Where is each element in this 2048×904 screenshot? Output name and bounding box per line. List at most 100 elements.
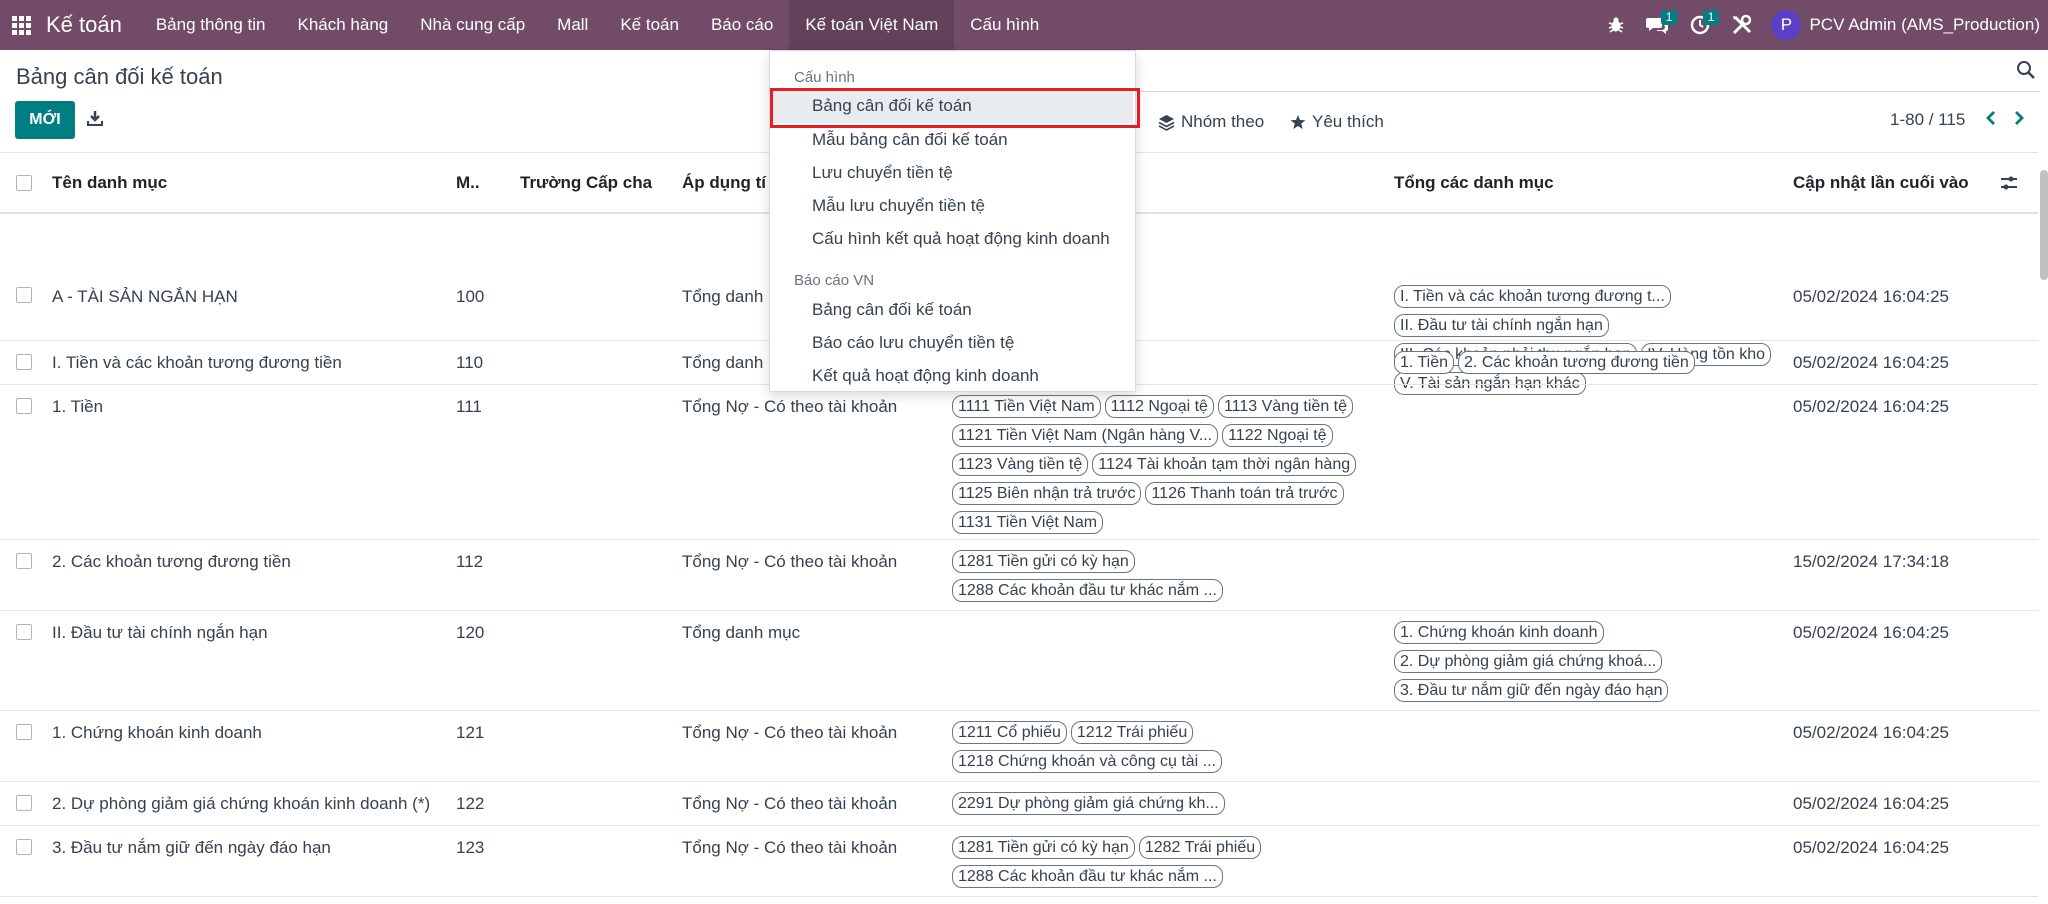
activities-clock-icon[interactable]: 1 [1679,0,1721,50]
cell-name: A - TÀI SẢN NGẮN HẠN [52,287,238,306]
dropdown-item-cash-flow-report[interactable]: Báo cáo lưu chuyển tiền tệ [772,326,1133,360]
messages-icon[interactable]: 1 [1637,0,1679,50]
favorites-toggle[interactable]: Yêu thích [1290,112,1384,132]
vertical-scrollbar[interactable] [2040,170,2048,280]
account-tag: 1113 Vàng tiền tệ [1217,395,1353,418]
group-by-label: Nhóm theo [1181,112,1265,131]
cell-name: 1. Tiền [52,397,104,416]
dropdown-item-balance-sheet-template[interactable]: Mẫu bảng cân đối kế toán [772,123,1133,157]
account-tag: 1288 Các khoản đầu tư khác nắm ... [952,865,1223,888]
header-sum[interactable]: Tổng các danh mục [1394,173,1554,193]
app-name[interactable]: Kế toán [46,12,122,38]
cell-name: 1. Chứng khoán kinh doanh [52,723,262,742]
account-tag: 1211 Cổ phiếu [952,721,1067,744]
dropdown-item-balance-sheet-report[interactable]: Bảng cân đối kế toán [772,293,1133,327]
dropdown-item-balance-sheet-config[interactable]: Bảng cân đối kế toán [772,89,1133,123]
sum-tag: 1. Tiền [1394,351,1455,374]
table-row[interactable]: 1. Tiền 111 Tổng Nợ - Có theo tài khoản … [0,385,2038,540]
table-row[interactable]: 3. Đầu tư nắm giữ đến ngày đáo hạn 123 T… [0,826,2038,897]
menu-reports[interactable]: Báo cáo [695,0,789,50]
account-tag: 1131 Tiền Việt Nam [952,511,1104,534]
pager-value[interactable]: 1-80 / 115 [1890,110,1965,130]
cell-code: 121 [456,723,485,742]
header-parent[interactable]: Trường Cấp cha [520,173,652,193]
account-tag: 1122 Ngoại tệ [1222,424,1333,447]
group-by-toggle[interactable]: Nhóm theo [1158,112,1264,132]
account-tag: 1281 Tiền gửi có kỳ hạn [952,550,1135,573]
cell-name: II. Đầu tư tài chính ngắn hạn [52,623,268,642]
cell-updated: 05/02/2024 16:04:25 [1793,287,1949,306]
cell-apply: Tổng Nợ - Có theo tài khoản [682,397,898,416]
sum-tag: II. Đầu tư tài chính ngắn hạn [1394,314,1609,337]
row-checkbox[interactable] [16,795,32,811]
header-updated[interactable]: Cập nhật lần cuối vào [1793,173,1969,193]
account-tag: 1212 Trái phiếu [1070,721,1194,744]
cell-apply: Tổng Nợ - Có theo tài khoản [682,552,898,571]
dropdown-section-config: Cấu hình [794,69,855,86]
sum-tag: 3. Đầu tư nắm giữ đến ngày đáo hạn [1394,679,1669,702]
dropdown-item-income-report[interactable]: Kết quả hoạt động kinh doanh [772,359,1133,393]
account-tag: 1111 Tiền Việt Nam [952,395,1101,418]
cell-updated: 05/02/2024 16:04:25 [1793,723,1949,742]
tools-icon[interactable] [1721,0,1763,50]
cell-updated: 05/02/2024 16:04:25 [1793,794,1949,813]
account-tag: 1288 Các khoản đầu tư khác nắm ... [952,579,1223,602]
user-name[interactable]: PCV Admin (AMS_Production) [1809,15,2040,35]
row-checkbox[interactable] [16,287,32,303]
pager-previous-icon[interactable] [1984,108,2000,130]
sum-tag: 1. Chứng khoán kinh doanh [1394,621,1604,644]
menu-customers[interactable]: Khách hàng [282,0,405,50]
table-row[interactable]: 2. Các khoản tương đương tiền 112 Tổng N… [0,540,2038,611]
header-code[interactable]: M.. [456,173,480,193]
dropdown-item-cash-flow[interactable]: Lưu chuyển tiền tệ [772,156,1133,190]
menu-dashboard[interactable]: Bảng thông tin [140,0,282,50]
table-row[interactable]: 1. Chứng khoán kinh doanh 121 Tổng Nợ - … [0,711,2038,782]
account-tag: 2291 Dự phòng giảm giá chứng kh... [952,792,1225,815]
row-checkbox[interactable] [16,354,32,370]
cell-updated: 05/02/2024 16:04:25 [1793,353,1949,372]
account-tag: 1124 Tài khoản tạm thời ngân hàng [1092,453,1357,476]
debug-bug-icon[interactable] [1595,0,1637,50]
activities-count-badge: 1 [1702,10,1720,25]
vn-accounting-dropdown: Cấu hình Bảng cân đối kế toán Mẫu bảng c… [769,50,1136,392]
dropdown-item-income-config[interactable]: Cấu hình kết quả hoạt động kinh doanh [772,222,1133,256]
cell-name: 3. Đầu tư nắm giữ đến ngày đáo hạn [52,838,331,857]
layers-icon [1158,114,1175,131]
row-checkbox[interactable] [16,553,32,569]
new-button[interactable]: MỚI [15,101,75,139]
cell-updated: 15/02/2024 17:34:18 [1793,552,1949,571]
row-checkbox[interactable] [16,624,32,640]
dropdown-item-cash-flow-template[interactable]: Mẫu lưu chuyển tiền tệ [772,189,1133,223]
menu-vendors[interactable]: Nhà cung cấp [404,0,541,50]
select-all-checkbox[interactable] [16,175,32,191]
row-checkbox[interactable] [16,724,32,740]
star-icon [1290,115,1306,129]
cell-code: 111 [456,397,482,416]
header-apply[interactable]: Áp dụng tí [682,173,766,193]
account-tag: 1123 Vàng tiền tệ [952,453,1089,476]
page-title[interactable]: Bảng cân đối kế toán [16,64,223,90]
table-row[interactable]: 2. Dự phòng giảm giá chứng khoán kinh do… [0,782,2038,826]
header-name[interactable]: Tên danh mục [52,173,167,193]
dropdown-section-vn-reports: Báo cáo VN [794,272,875,289]
menu-mall[interactable]: Mall [541,0,604,50]
cell-apply: Tổng danh mục [682,623,801,642]
column-settings-icon[interactable] [2000,175,2024,195]
cell-updated: 05/02/2024 16:04:25 [1793,397,1949,416]
cell-name: I. Tiền và các khoản tương đương tiền [52,353,342,372]
search-icon[interactable] [2016,60,2038,82]
menu-accounting[interactable]: Kế toán [604,0,695,50]
cell-code: 110 [456,353,484,372]
row-checkbox[interactable] [16,398,32,414]
sum-tag: 2. Các khoản tương đương tiền [1458,351,1695,374]
apps-menu-icon[interactable] [2,0,40,50]
download-icon[interactable] [86,109,106,129]
menu-configuration[interactable]: Cấu hình [954,0,1055,50]
user-avatar[interactable]: P [1771,10,1802,40]
pager-next-icon[interactable] [2012,108,2028,130]
sum-tag: 2. Dự phòng giảm giá chứng khoá... [1394,650,1663,673]
row-checkbox[interactable] [16,839,32,855]
menu-vn-accounting[interactable]: Kế toán Việt Nam [789,0,955,50]
table-row[interactable]: II. Đầu tư tài chính ngắn hạn 120 Tổng d… [0,611,2038,711]
cell-code: 120 [456,623,485,642]
